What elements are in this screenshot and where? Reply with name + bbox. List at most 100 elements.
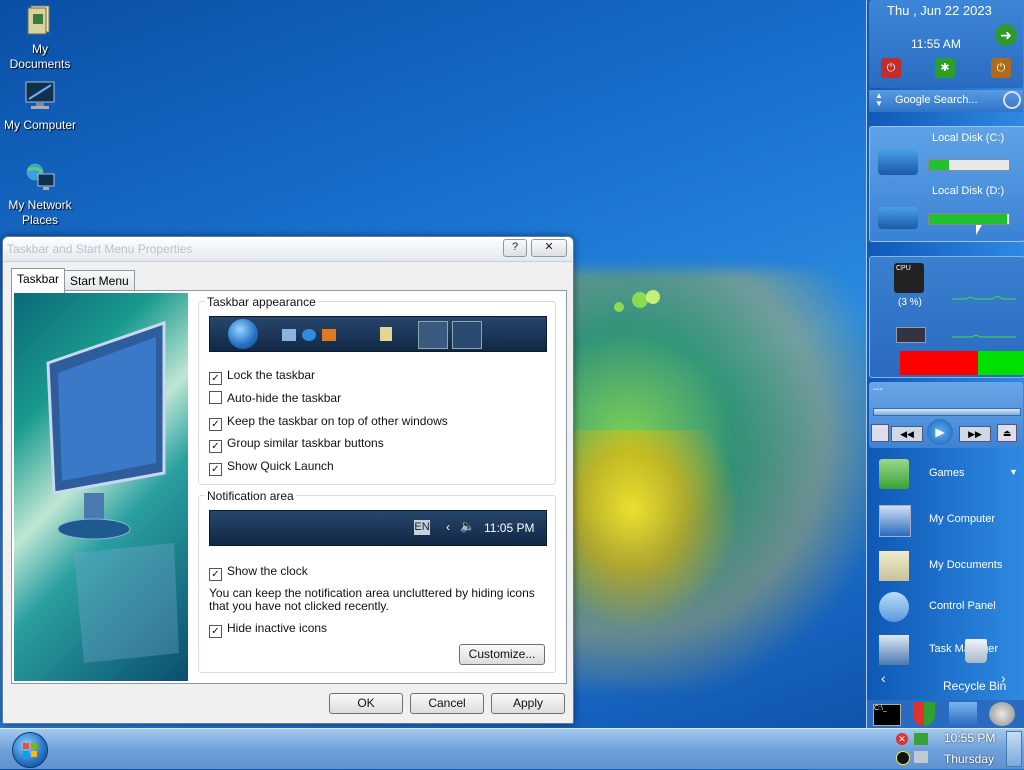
disk-c-usage-bar xyxy=(928,159,1010,171)
tab-start-menu[interactable]: Start Menu xyxy=(64,270,135,291)
rewind-icon[interactable]: ◀◀ xyxy=(891,426,923,442)
clock-gadget: Thu , Jun 22 2023 11:55 AM ➜ ⏻ ✱ ⏻ xyxy=(869,0,1023,88)
group-buttons-option[interactable]: ✓ Group similar taskbar buttons xyxy=(209,436,384,453)
notification-preview: EN ‹ 🔈 11:05 PM xyxy=(209,510,547,546)
ok-button[interactable]: OK xyxy=(329,693,403,714)
desktop-icon-label: My Documents xyxy=(9,42,71,71)
fast-forward-icon[interactable]: ▶▶ xyxy=(959,426,991,442)
desktop-icon-my-computer[interactable]: My Computer xyxy=(0,80,80,133)
taskbar-button-icon xyxy=(418,321,448,349)
taskbar-preview xyxy=(209,316,547,352)
cancel-button[interactable]: Cancel xyxy=(410,693,484,714)
play-icon[interactable]: ▶ xyxy=(927,419,953,445)
group-label: Taskbar appearance xyxy=(205,295,318,309)
show-quick-launch-option[interactable]: ✓ Show Quick Launch xyxy=(209,459,334,476)
taskbar-clock-day[interactable]: Thursday xyxy=(944,752,994,766)
preview-clock: 11:05 PM xyxy=(484,521,535,535)
close-button[interactable]: ✕ xyxy=(531,239,567,257)
date-text: Thu , Jun 22 2023 xyxy=(887,3,992,18)
disk-d-usage-fill xyxy=(929,214,1008,224)
taskbar-appearance-group: Taskbar appearance ✓ Lock the taskbar Aut… xyxy=(198,295,556,485)
cpu-gauge-icon: CPU xyxy=(894,263,924,293)
network-connections-icon[interactable] xyxy=(949,702,977,726)
hide-inactive-option[interactable]: ✓ Hide inactive icons xyxy=(209,621,327,638)
tray-network-icon[interactable] xyxy=(914,733,928,745)
monitor-icon xyxy=(879,505,911,537)
customize-button[interactable]: Customize... xyxy=(459,644,545,665)
tab-panel: Taskbar appearance ✓ Lock the taskbar Aut… xyxy=(11,290,567,684)
hard-drive-icon xyxy=(878,207,918,229)
network-icon[interactable]: ✱ xyxy=(935,58,955,78)
command-prompt-icon[interactable]: C:\_ xyxy=(873,704,901,726)
tray-sync-icon[interactable] xyxy=(914,751,928,763)
show-clock-option[interactable]: ✓ Show the clock xyxy=(209,564,308,581)
shutdown-icon[interactable]: ⏻ xyxy=(881,58,901,78)
cpu-percent: (3 %) xyxy=(898,297,922,308)
tray-status-icon[interactable] xyxy=(896,751,910,765)
sidebar-prev-arrow-icon[interactable]: ‹ xyxy=(881,670,886,686)
sidebar-item-my-computer[interactable]: My Computer xyxy=(867,501,1024,541)
help-button[interactable]: ? xyxy=(503,239,527,257)
time-text: 11:55 AM xyxy=(911,37,961,51)
games-icon xyxy=(879,459,909,489)
search-engine-toggle-icon[interactable]: ▲ ▼ xyxy=(875,92,883,108)
auto-hide-option[interactable]: Auto-hide the taskbar xyxy=(209,391,341,407)
eject-icon[interactable]: ⏏ xyxy=(997,424,1017,442)
monitor-illustration-icon xyxy=(46,320,179,663)
desktop-icon-my-network-places[interactable]: My Network Places xyxy=(0,160,80,228)
desktop-icon-my-documents[interactable]: My Documents xyxy=(0,4,80,72)
windows-logo-icon xyxy=(23,743,37,757)
search-input[interactable]: Google Search... xyxy=(895,94,978,106)
control-panel-icon xyxy=(879,592,909,622)
show-quick-launch-checkbox[interactable]: ✓ xyxy=(209,463,222,476)
sidebar-item-task-manager[interactable]: Task Manager xyxy=(867,631,1024,671)
show-desktop-button[interactable] xyxy=(1006,731,1022,767)
folder-icon xyxy=(380,327,392,341)
speaker-icon[interactable] xyxy=(989,702,1015,726)
ram-usage-bar xyxy=(900,351,1024,375)
group-buttons-checkbox[interactable]: ✓ xyxy=(209,440,222,453)
search-box[interactable]: ▲ ▼ Google Search... xyxy=(869,90,1023,112)
disk-c-label: Local Disk (C:) xyxy=(932,132,1005,144)
apply-button[interactable]: Apply xyxy=(491,693,565,714)
logoff-icon[interactable]: ⏻ xyxy=(991,58,1011,78)
desktop-icon-label: My Network Places xyxy=(8,198,72,227)
lock-taskbar-option[interactable]: ✓ Lock the taskbar xyxy=(209,368,315,385)
disk-gadget: Local Disk (C:) Local Disk (D:) xyxy=(869,126,1024,242)
disk-c-usage-fill xyxy=(929,160,949,170)
sidebar-item-recycle-bin[interactable]: Recycle Bin xyxy=(943,679,1006,693)
taskbar: ✕ 10:55 PM Thursday xyxy=(0,728,1024,769)
stop-icon[interactable] xyxy=(871,424,889,442)
sidebar-quick-icons: C:\_ xyxy=(867,700,1024,728)
monitor-icon xyxy=(25,81,55,109)
sidebar-item-my-documents[interactable]: My Documents xyxy=(867,547,1024,587)
media-progress-bar[interactable] xyxy=(873,408,1021,416)
keep-on-top-option[interactable]: ✓ Keep the taskbar on top of other window… xyxy=(209,414,448,431)
start-orb-icon xyxy=(228,319,258,349)
sidebar-item-control-panel[interactable]: Control Panel xyxy=(867,588,1024,628)
hide-inactive-checkbox[interactable]: ✓ xyxy=(209,625,222,638)
media-title: --- xyxy=(873,384,883,395)
chevron-down-icon[interactable]: ▼ xyxy=(1009,467,1018,477)
go-arrow-icon[interactable]: ➜ xyxy=(995,24,1017,46)
sidebar-item-games[interactable]: Games ▼ xyxy=(867,455,1024,495)
start-button[interactable] xyxy=(12,732,48,768)
taskbar-clock-time[interactable]: 10:55 PM xyxy=(944,731,995,745)
desktop-icon-label: My Computer xyxy=(3,118,77,132)
cpu-graph xyxy=(952,295,1016,300)
folder-documents-icon xyxy=(27,5,50,35)
volume-icon: 🔈 xyxy=(460,519,475,533)
dialog-title: Taskbar and Start Menu Properties xyxy=(3,237,573,262)
auto-hide-checkbox[interactable] xyxy=(209,391,222,404)
shield-icon[interactable] xyxy=(913,702,935,726)
search-icon[interactable] xyxy=(1003,91,1021,109)
show-clock-checkbox[interactable]: ✓ xyxy=(209,568,222,581)
sidebar-next-arrow-icon[interactable]: › xyxy=(1001,670,1006,686)
ram-chip-icon xyxy=(896,327,926,343)
language-indicator: EN xyxy=(414,520,430,535)
tab-taskbar[interactable]: Taskbar xyxy=(11,268,66,293)
lock-taskbar-checkbox[interactable]: ✓ xyxy=(209,372,222,385)
keep-on-top-checkbox[interactable]: ✓ xyxy=(209,418,222,431)
tray-error-icon[interactable]: ✕ xyxy=(896,733,908,745)
recycle-bin-icon xyxy=(965,639,987,663)
